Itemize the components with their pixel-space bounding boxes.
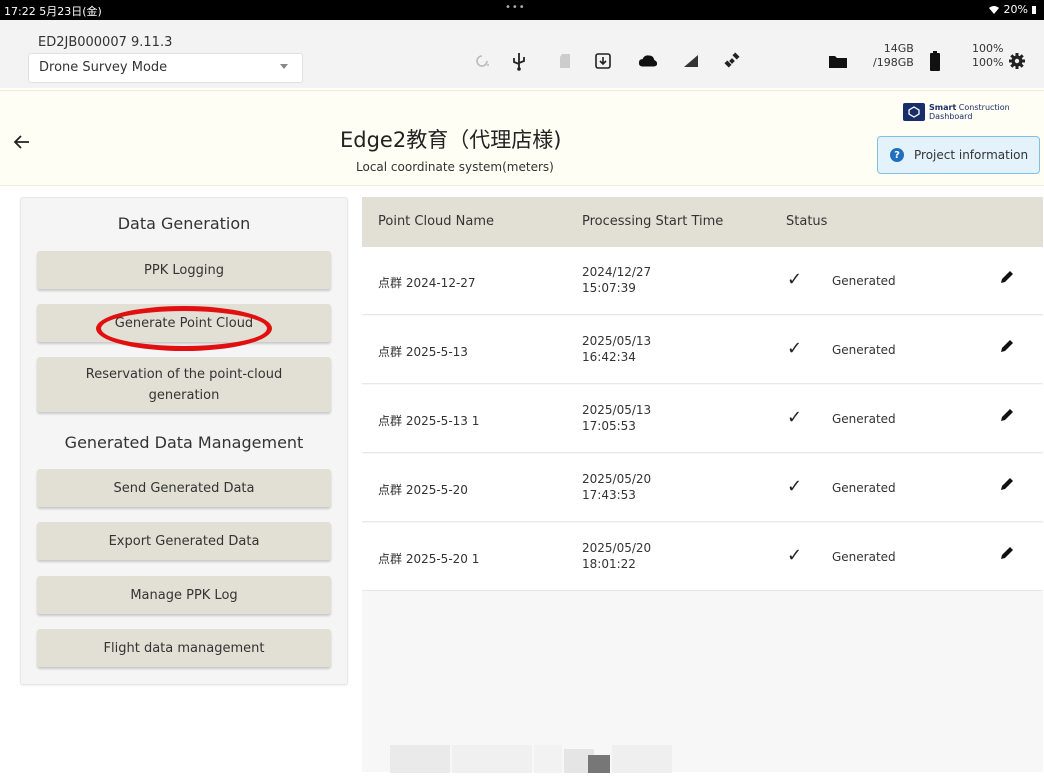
generated-management-title: Generated Data Management <box>64 433 304 452</box>
row-time: 2025/05/13 16:42:34 <box>582 333 651 365</box>
status-battery-icon <box>1032 5 1036 14</box>
table-row[interactable]: 点群 2024-12-27 2024/12/27 15:07:39 ✓ Gener… <box>362 247 1043 315</box>
project-subtitle: Local coordinate system(meters) <box>356 160 554 174</box>
header-status: Status <box>786 214 828 229</box>
table-row[interactable]: 点群 2025-5-20 2025/05/20 17:43:53 ✓ Genera… <box>362 454 1043 522</box>
wifi-icon <box>988 5 999 14</box>
row-status: Generated <box>832 412 896 426</box>
help-icon: ? <box>890 148 904 162</box>
status-time-date: 17:22 5月23日(金) <box>4 5 102 18</box>
row-clock: 17:05:53 <box>582 419 636 433</box>
pencil-icon[interactable] <box>998 337 1016 355</box>
folder-icon <box>828 51 848 71</box>
row-date: 2024/12/27 <box>582 265 652 279</box>
check-icon: ✓ <box>787 338 803 359</box>
cloud-icon <box>638 51 658 71</box>
header-name: Point Cloud Name <box>378 214 495 229</box>
check-icon: ✓ <box>787 476 803 497</box>
check-icon: ✓ <box>787 407 803 428</box>
row-time: 2024/12/27 15:07:39 <box>582 264 651 296</box>
table-row[interactable]: 点群 2025-5-13 1 2025/05/13 17:05:53 ✓ Gene… <box>362 385 1043 453</box>
row-status: Generated <box>832 481 896 495</box>
project-info-label: Project information <box>914 148 1029 162</box>
pencil-icon[interactable] <box>998 544 1016 562</box>
gear-icon[interactable] <box>1007 51 1027 71</box>
row-time: 2025/05/13 17:05:53 <box>582 402 651 434</box>
signal-icon <box>681 51 701 71</box>
download-icon[interactable] <box>593 51 613 71</box>
pencil-icon[interactable] <box>998 406 1016 424</box>
smart-construction-logo: Smart Construction Dashboard <box>903 103 1010 121</box>
ppk-logging-button[interactable]: PPK Logging <box>37 251 331 289</box>
status-dots: ••• <box>505 2 526 13</box>
row-time: 2025/05/20 17:43:53 <box>582 471 651 503</box>
mode-select[interactable]: Drone Survey Mode <box>28 53 303 83</box>
row-status: Generated <box>832 274 896 288</box>
brand-construction: Construction <box>956 103 1010 112</box>
usb-icon <box>509 51 529 71</box>
app-thumbnail-strip <box>390 745 672 773</box>
project-info-button[interactable]: ? Project information <box>877 136 1040 174</box>
data-generation-title: Data Generation <box>117 214 251 233</box>
row-name: 点群 2025-5-13 1 <box>378 414 480 428</box>
refresh-icon[interactable] <box>472 51 492 71</box>
status-right: 20% <box>988 3 1036 16</box>
storage-total: /198GB <box>873 56 914 69</box>
satellite-icon <box>722 51 742 71</box>
flight-data-management-button[interactable]: Flight data management <box>37 629 331 667</box>
storage-used: 14GB <box>883 42 914 55</box>
row-clock: 16:42:34 <box>582 350 636 364</box>
battery-icon <box>925 51 945 71</box>
table-row[interactable]: 点群 2025-5-20 1 2025/05/20 18:01:22 ✓ Gene… <box>362 523 1043 591</box>
sd-card-icon <box>555 51 575 71</box>
check-icon: ✓ <box>787 545 803 566</box>
manage-ppk-log-button[interactable]: Manage PPK Log <box>37 576 331 614</box>
percent-1: 100% <box>972 42 1004 55</box>
row-date: 2025/05/13 <box>582 334 652 348</box>
brand-dashboard: Dashboard <box>929 112 973 121</box>
pencil-icon[interactable] <box>998 475 1016 493</box>
status-battery-percent: 20% <box>1003 3 1028 16</box>
row-date: 2025/05/20 <box>582 472 652 486</box>
row-name: 点群 2025-5-20 1 <box>378 552 480 566</box>
row-date: 2025/05/20 <box>582 541 652 555</box>
row-clock: 15:07:39 <box>582 281 636 295</box>
row-clock: 18:01:22 <box>582 557 636 571</box>
pencil-icon[interactable] <box>998 268 1016 286</box>
chevron-down-icon <box>280 64 288 69</box>
mode-select-value: Drone Survey Mode <box>39 60 168 75</box>
brand-smart: Smart <box>929 103 957 112</box>
ios-status-bar: 17:22 5月23日(金) ••• 20% <box>0 0 1044 20</box>
brand-mark-icon <box>903 103 925 121</box>
back-arrow-icon[interactable] <box>12 132 32 152</box>
brand-text: Smart Construction Dashboard <box>929 103 1010 121</box>
header-time: Processing Start Time <box>582 214 724 229</box>
row-status: Generated <box>832 550 896 564</box>
row-name: 点群 2025-5-13 <box>378 345 468 359</box>
table-header: Point Cloud Name Processing Start Time S… <box>362 197 1043 247</box>
device-id: ED2JB000007 9.11.3 <box>38 35 173 50</box>
storage-readout: 14GB /198GB <box>873 42 914 70</box>
percent-2: 100% <box>972 56 1004 69</box>
percent-readout: 100% 100% <box>972 42 1003 70</box>
send-generated-data-button[interactable]: Send Generated Data <box>37 469 331 507</box>
reservation-button[interactable]: Reservation of the point-cloud generatio… <box>37 357 331 412</box>
export-generated-data-button[interactable]: Export Generated Data <box>37 522 331 560</box>
project-title: Edge2教育（代理店様) <box>340 128 562 152</box>
row-name: 点群 2024-12-27 <box>378 276 476 290</box>
check-icon: ✓ <box>787 269 803 290</box>
row-status: Generated <box>832 343 896 357</box>
row-time: 2025/05/20 18:01:22 <box>582 540 651 572</box>
row-clock: 17:43:53 <box>582 488 636 502</box>
table-row[interactable]: 点群 2025-5-13 2025/05/13 16:42:34 ✓ Genera… <box>362 316 1043 384</box>
generate-point-cloud-button[interactable]: Generate Point Cloud <box>37 304 331 342</box>
row-date: 2025/05/13 <box>582 403 652 417</box>
row-name: 点群 2025-5-20 <box>378 483 468 497</box>
